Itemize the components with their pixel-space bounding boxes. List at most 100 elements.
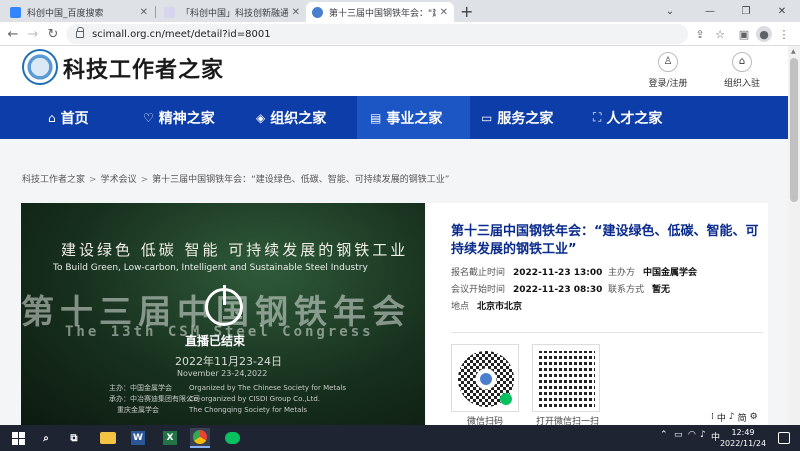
start-value: 2022-11-23 08:30 [513,285,603,295]
nav-label: 服务之家 [497,110,554,127]
org-entry-label: 组织入驻 [723,79,760,89]
ime-mode[interactable]: 中 [717,411,726,424]
ime-toolbar: ⁞ 中 ♪ 简 ⚙ [708,410,761,424]
notification-icon[interactable] [778,432,790,444]
deadline-row: 报名截止时间 2022-11-23 13:00 [451,265,602,278]
nav-career[interactable]: ▤ 事业之家 [357,96,470,139]
qr-code-icon [539,351,595,407]
breadcrumb-home[interactable]: 科技工作者之家 [22,175,85,185]
event-banner[interactable]: 建设绿色 低碳 智能 可持续发展的钢铁工业 To Build Green, Lo… [21,203,425,425]
organizer-role: 重庆金属学会 [117,406,159,414]
network-icon[interactable]: ▭ [674,430,683,440]
taskbar-clock[interactable]: 12:49 2022/11/24 [718,427,768,449]
breadcrumb-current: 第十三届中国钢铁年会：“建设绿色、低碳、智能、可持续发展的钢铁工业” [152,175,450,185]
content-area: 科技工作者之家 > 学术会议 > 第十三届中国钢铁年会：“建设绿色、低碳、智能、可持续发… [0,139,788,427]
tab-title: 第十三届中国钢铁年会："建设绿 [329,8,436,19]
scrollbar-thumb[interactable] [790,58,798,202]
user-icon: ♙ [658,52,678,72]
nav-label: 组织之家 [270,110,327,127]
tray-expand-icon[interactable]: ⌃ [660,430,668,440]
tab-title: 科创中国_百度搜索 [27,8,104,19]
site-header: 科技工作者之家 ♙ 登录/注册 ⌂ 组织入驻 [0,46,788,96]
page-scrollbar[interactable]: ▲ [788,46,800,425]
close-tab-icon[interactable]: ✕ [292,7,300,18]
ime-simplified[interactable]: 简 [738,411,747,424]
organizer-en: Organized by The Chinese Society for Met… [189,384,347,392]
close-tab-icon[interactable]: ✕ [440,7,448,18]
contact-row: 联系方式 暂无 [608,282,670,295]
scan-icon: ⛶ [593,110,602,124]
browser-toolbar: ← → ↻ scimall.org.cn/meet/detail?id=8001… [0,22,800,46]
start-row: 会议开始时间 2022-11-23 08:30 [451,282,602,295]
share-icon[interactable]: ⇪ [692,26,708,42]
volume-icon[interactable]: ♪ [700,430,706,440]
browser-tab-baidu[interactable]: 科创中国_百度搜索 ✕ [4,2,154,22]
site-logo-icon[interactable] [22,49,58,85]
browser-tab-kczg[interactable]: 「科创中国」科技创新融通平台 ✕ [158,2,306,22]
excel-icon[interactable]: X [160,428,180,448]
banner-organizers: 主办：中国金属学会 Organized by The Chinese Societ… [109,383,346,416]
nav-organization[interactable]: ◈ 组织之家 [256,96,326,139]
nav-service[interactable]: ▭ 服务之家 [481,96,553,139]
side-panel-icon[interactable]: ▣ [736,26,752,42]
chrome-icon[interactable] [190,428,210,448]
reload-button[interactable]: ↻ [44,25,62,43]
word-icon[interactable]: W [128,428,148,448]
organizer-row: 主办方 中国金属学会 [608,265,697,278]
maximize-button[interactable]: ❐ [728,0,764,22]
banner-date-en: November 23-24,2022 [177,369,268,378]
ime-settings-icon[interactable]: ⚙ [750,412,758,422]
clock-time: 12:49 [731,428,755,437]
banner-slogan-cn: 建设绿色 低碳 智能 可持续发展的钢铁工业 [61,241,409,259]
nav-talent[interactable]: ⛶ 人才之家 [593,96,662,139]
menu-kebab-icon[interactable]: ⋮ [776,26,792,42]
nav-home[interactable]: ⌂ 首页 [48,96,89,139]
browser-tab-active[interactable]: 第十三届中国钢铁年会："建设绿 ✕ [306,2,454,22]
forward-button[interactable]: → [24,25,42,43]
tab-title: 「科创中国」科技创新融通平台 [181,8,288,19]
tab-search-icon[interactable]: ⌄ [652,0,688,22]
login-label: 登录/注册 [648,79,688,89]
wifi-icon[interactable]: ◠ [688,430,696,440]
organizer-label: 主办方 [608,268,636,278]
wechat-scan-qr [532,344,600,412]
lock-icon[interactable] [76,26,84,38]
organizer-en: Co-organized by CISDI Group Co.,Ltd. [189,395,320,403]
heart-icon: ♡ [143,110,154,125]
close-tab-icon[interactable]: ✕ [140,7,148,18]
back-button[interactable]: ← [4,25,22,43]
nav-spirit[interactable]: ♡ 精神之家 [143,96,215,139]
address-bar[interactable]: scimall.org.cn/meet/detail?id=8001 [66,24,688,44]
ime-grip-icon[interactable]: ⁞ [711,412,714,422]
location-value: 北京市北京 [477,302,523,312]
breadcrumb-separator: > [89,175,97,185]
task-view-icon[interactable]: ⧉ [64,428,84,448]
power-icon[interactable] [205,285,243,326]
bookmark-star-icon[interactable]: ☆ [712,26,728,42]
main-nav: ⌂ 首页 ♡ 精神之家 ◈ 组织之家 ▤ 事业之家 ▭ 服务之家 ⛶ 人才之家 [0,96,788,139]
minimize-button[interactable]: — [692,0,728,22]
windows-start-icon[interactable] [8,428,28,448]
breadcrumb-meetings[interactable]: 学术会议 [101,175,137,185]
ime-punct-icon[interactable]: ♪ [729,412,735,422]
nav-label: 精神之家 [158,110,215,127]
wechat-icon[interactable] [222,428,242,448]
new-tab-button[interactable]: + [460,2,473,21]
home-icon: ⌂ [48,110,56,125]
nav-label: 首页 [60,110,89,127]
organizer-en: The Chongqing Society for Metals [189,406,307,414]
scroll-up-icon[interactable]: ▲ [791,48,796,55]
nav-label: 事业之家 [386,110,443,127]
kczg-favicon-icon [164,6,175,18]
scimall-favicon-icon [312,6,323,18]
file-explorer-icon[interactable] [98,428,118,448]
search-icon[interactable]: ⌕ [36,428,56,448]
org-entry-link[interactable]: ⌂ 组织入驻 [712,52,772,89]
login-register-link[interactable]: ♙ 登录/注册 [638,52,698,89]
baidu-favicon-icon [10,6,21,18]
tab-divider [155,6,156,18]
site-logo-text[interactable]: 科技工作者之家 [63,52,224,84]
windows-taskbar: ⌕ ⧉ W X ⌃ ▭ ◠ ♪ 中 12:49 2022/11/24 [0,425,800,451]
profile-avatar-icon[interactable]: ● [756,26,772,42]
close-window-button[interactable]: ✕ [764,0,800,22]
